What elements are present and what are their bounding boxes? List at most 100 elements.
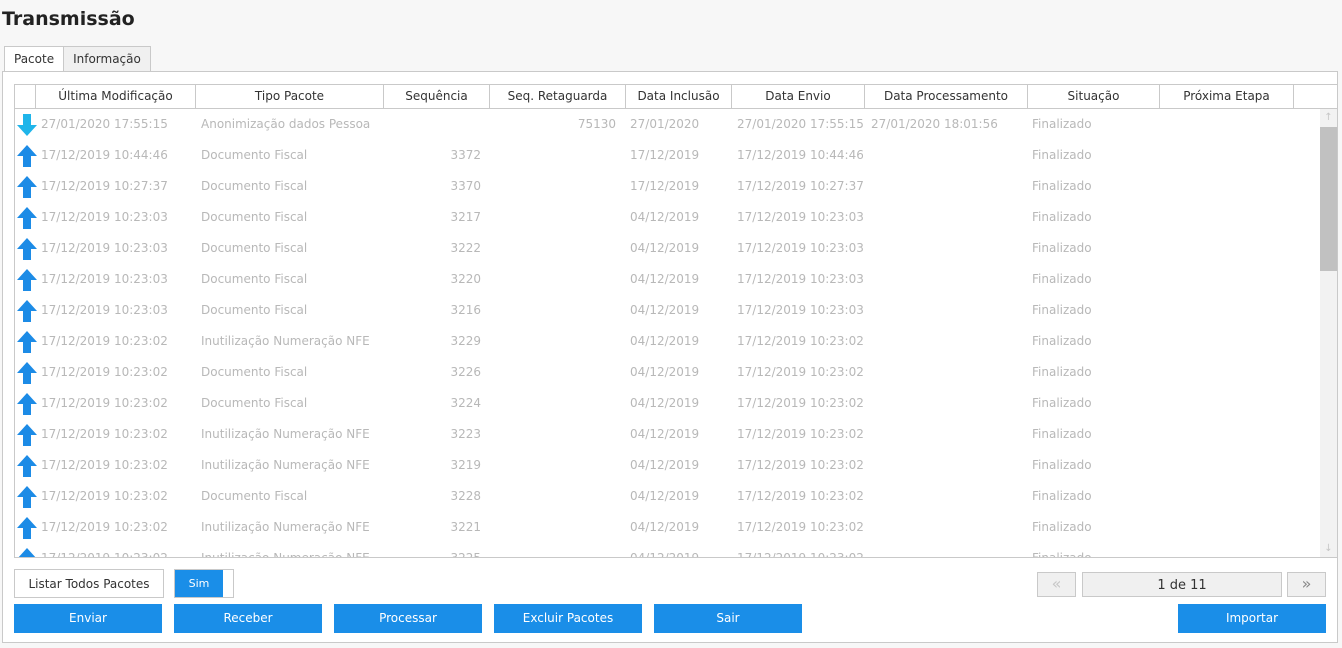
header-ultima-modificacao[interactable]: Última Modificação — [36, 85, 196, 108]
table-row[interactable]: 17/12/2019 10:23:02 Inutilização Numeraçã… — [15, 450, 1320, 481]
tab-informacao[interactable]: Informação — [63, 46, 151, 72]
cell-data-inclusao: 04/12/2019 — [630, 489, 700, 503]
cell-data-envio: 17/12/2019 10:23:02 — [737, 334, 863, 348]
cell-sequencia: 3372 — [450, 148, 481, 162]
tab-bar: Pacote Informação — [4, 46, 151, 73]
header-seq-retaguarda[interactable]: Seq. Retaguarda — [490, 85, 626, 108]
cell-data-inclusao: 27/01/2020 — [630, 117, 700, 131]
cell-sequencia: 3217 — [450, 210, 481, 224]
cell-tipo-pacote: Documento Fiscal — [201, 179, 308, 193]
cell-ultima-modificacao: 17/12/2019 10:23:02 — [41, 458, 168, 472]
table-row[interactable]: 17/12/2019 10:23:03 Documento Fiscal 3217 0… — [15, 202, 1320, 233]
pager-previous-button[interactable]: « — [1037, 572, 1076, 597]
sair-button[interactable]: Sair — [654, 604, 802, 633]
arrow-up-icon — [17, 331, 37, 353]
cell-ultima-modificacao: 17/12/2019 10:23:03 — [41, 241, 168, 255]
cell-data-envio: 17/12/2019 10:23:03 — [737, 303, 863, 317]
cell-proxima-etapa — [1165, 512, 1290, 543]
cell-ultima-modificacao: 27/01/2020 17:55:15 — [41, 117, 168, 131]
cell-tipo-pacote: Inutilização Numeração NFE — [201, 427, 370, 441]
importar-button[interactable]: Importar — [1178, 604, 1326, 633]
arrow-up-icon — [17, 486, 37, 508]
table-row[interactable]: 17/12/2019 10:23:03 Documento Fiscal 3216 0… — [15, 295, 1320, 326]
header-data-inclusao[interactable]: Data Inclusão — [626, 85, 732, 108]
cell-seq-retaguarda — [490, 388, 616, 419]
cell-situacao: Finalizado — [1032, 396, 1092, 410]
cell-data-processamento — [871, 512, 1026, 543]
cell-tipo-pacote: Inutilização Numeração NFE — [201, 520, 370, 534]
tab-pacote[interactable]: Pacote — [4, 46, 65, 73]
table-row[interactable]: 27/01/2020 17:55:15 Anonimização dados Pe… — [15, 109, 1320, 140]
cell-data-inclusao: 04/12/2019 — [630, 520, 700, 534]
cell-data-processamento — [871, 357, 1026, 388]
table-row[interactable]: 17/12/2019 10:23:02 Inutilização Numeraçã… — [15, 543, 1320, 557]
cell-seq-retaguarda — [490, 481, 616, 512]
cell-data-inclusao: 04/12/2019 — [630, 427, 700, 441]
cell-sequencia: 3219 — [450, 458, 481, 472]
cell-data-processamento: 27/01/2020 18:01:56 — [871, 117, 998, 131]
cell-data-envio: 17/12/2019 10:23:02 — [737, 365, 863, 379]
scroll-up-icon[interactable]: ↑ — [1320, 109, 1337, 126]
header-data-processamento[interactable]: Data Processamento — [865, 85, 1028, 108]
cell-situacao: Finalizado — [1032, 458, 1092, 472]
cell-seq-retaguarda — [490, 512, 616, 543]
cell-seq-retaguarda — [490, 295, 616, 326]
listar-todos-toggle[interactable]: Sim — [174, 569, 234, 598]
cell-ultima-modificacao: 17/12/2019 10:23:03 — [41, 210, 168, 224]
cell-tipo-pacote: Documento Fiscal — [201, 272, 308, 286]
receber-button[interactable]: Receber — [174, 604, 322, 633]
table-row[interactable]: 17/12/2019 10:23:02 Documento Fiscal 3224 0… — [15, 388, 1320, 419]
cell-situacao: Finalizado — [1032, 365, 1092, 379]
cell-situacao: Finalizado — [1032, 241, 1092, 255]
enviar-button[interactable]: Enviar — [14, 604, 162, 633]
cell-seq-retaguarda — [490, 419, 616, 450]
cell-sequencia: 3224 — [450, 396, 481, 410]
cell-data-processamento — [871, 419, 1026, 450]
cell-data-envio: 17/12/2019 10:23:02 — [737, 458, 863, 472]
cell-data-envio: 17/12/2019 10:23:03 — [737, 272, 863, 286]
header-sequencia[interactable]: Sequência — [384, 85, 490, 108]
cell-ultima-modificacao: 17/12/2019 10:23:02 — [41, 543, 191, 557]
cell-sequencia: 3220 — [450, 272, 481, 286]
cell-situacao: Finalizado — [1032, 148, 1092, 162]
cell-tipo-pacote: Anonimização dados Pessoa — [201, 117, 371, 131]
cell-sequencia: 3226 — [450, 365, 481, 379]
arrow-up-icon — [17, 300, 37, 322]
cell-ultima-modificacao: 17/12/2019 10:23:02 — [41, 365, 168, 379]
table-row[interactable]: 17/12/2019 10:23:02 Inutilização Numeraçã… — [15, 512, 1320, 543]
header-tipo-pacote[interactable]: Tipo Pacote — [196, 85, 384, 108]
cell-data-envio: 17/12/2019 10:23:02 — [737, 396, 863, 410]
cell-proxima-etapa — [1165, 481, 1290, 512]
cell-data-processamento — [871, 202, 1026, 233]
table-row[interactable]: 17/12/2019 10:23:03 Documento Fiscal 3222 0… — [15, 233, 1320, 264]
excluir-pacotes-button[interactable]: Excluir Pacotes — [494, 604, 642, 633]
header-proxima-etapa[interactable]: Próxima Etapa — [1160, 85, 1294, 108]
cell-seq-retaguarda — [490, 233, 616, 264]
table-row[interactable]: 17/12/2019 10:23:02 Documento Fiscal 3228 0… — [15, 481, 1320, 512]
table-row[interactable]: 17/12/2019 10:27:37 Documento Fiscal 3370 1… — [15, 171, 1320, 202]
table-row[interactable]: 17/12/2019 10:23:02 Documento Fiscal 3226 0… — [15, 357, 1320, 388]
arrow-up-icon — [17, 393, 37, 415]
table-row[interactable]: 17/12/2019 10:23:03 Documento Fiscal 3220 0… — [15, 264, 1320, 295]
vertical-scrollbar[interactable]: ↑ ↓ — [1320, 109, 1337, 557]
table-row[interactable]: 17/12/2019 10:23:02 Inutilização Numeraçã… — [15, 419, 1320, 450]
scrollbar-thumb[interactable] — [1320, 127, 1337, 271]
table-row[interactable]: 17/12/2019 10:23:02 Inutilização Numeraçã… — [15, 326, 1320, 357]
cell-data-inclusao: 04/12/2019 — [630, 396, 700, 410]
scroll-down-icon[interactable]: ↓ — [1320, 540, 1337, 557]
header-situacao[interactable]: Situação — [1028, 85, 1160, 108]
header-data-envio[interactable]: Data Envio — [732, 85, 865, 108]
processar-button[interactable]: Processar — [334, 604, 482, 633]
pager-next-button[interactable]: » — [1287, 572, 1326, 597]
table-row[interactable]: 17/12/2019 10:44:46 Documento Fiscal 3372 1… — [15, 140, 1320, 171]
arrow-up-icon — [17, 238, 37, 260]
page-title: Transmissão — [2, 8, 135, 30]
cell-tipo-pacote: Inutilização Numeração NFE — [201, 458, 370, 472]
cell-data-processamento — [871, 543, 1026, 557]
cell-ultima-modificacao: 17/12/2019 10:44:46 — [41, 148, 168, 162]
cell-data-inclusao: 04/12/2019 — [630, 365, 700, 379]
cell-data-envio: 17/12/2019 10:27:37 — [737, 179, 863, 193]
cell-sequencia: 3221 — [450, 520, 481, 534]
listar-todos-pacotes-button[interactable]: Listar Todos Pacotes — [14, 569, 164, 598]
cell-data-envio: 17/12/2019 10:23:03 — [737, 210, 863, 224]
